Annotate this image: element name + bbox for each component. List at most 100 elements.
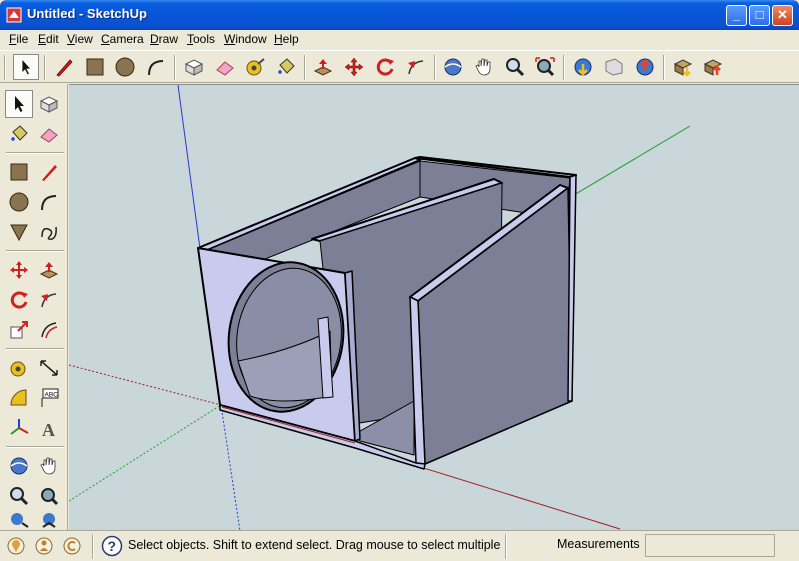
- tape-measure-button-left[interactable]: [5, 354, 33, 382]
- tape-measure-button[interactable]: [242, 54, 268, 80]
- polygon-icon: [10, 224, 28, 242]
- measurements-input[interactable]: [645, 534, 775, 557]
- rectangle-tool-button-left[interactable]: [5, 158, 33, 186]
- offset-tool-button[interactable]: [35, 316, 63, 344]
- maximize-icon: □: [755, 7, 764, 22]
- menu-window[interactable]: Window: [224, 32, 267, 46]
- line-icon: [56, 59, 73, 77]
- title-bar[interactable]: Untitled - SketchUp _ □ ✕: [0, 0, 799, 30]
- line-tool-button[interactable]: [51, 54, 77, 80]
- pan-tool-button[interactable]: [471, 54, 497, 80]
- drawing-viewport[interactable]: [69, 84, 799, 530]
- get-models-button[interactable]: [570, 54, 596, 80]
- make-component-button[interactable]: [181, 54, 207, 80]
- zoom-extents-button[interactable]: [532, 54, 558, 80]
- protractor-tool-button[interactable]: [5, 384, 33, 412]
- status-separator: [505, 534, 507, 559]
- toolbar-separator: [6, 446, 64, 448]
- circle-tool-button[interactable]: [112, 54, 138, 80]
- zoom-window-icon: [41, 488, 59, 506]
- line-icon: [42, 165, 57, 181]
- arc-icon: [41, 195, 57, 211]
- menu-camera[interactable]: Camera: [101, 32, 144, 46]
- rotate-tool-button-left[interactable]: [5, 286, 33, 314]
- move-tool-button-left[interactable]: [5, 256, 33, 284]
- move-tool-button[interactable]: [341, 54, 367, 80]
- menu-view[interactable]: View: [67, 32, 93, 46]
- window-title: Untitled - SketchUp: [27, 6, 147, 21]
- toolbar-separator: [434, 55, 436, 80]
- push-pull-icon: [313, 59, 333, 76]
- sketchup-app-icon: [6, 7, 22, 23]
- rotate-tool-button[interactable]: [372, 54, 398, 80]
- menu-edit[interactable]: Edit: [38, 32, 59, 46]
- menu-tools[interactable]: Tools: [187, 32, 215, 46]
- dimension-icon: [40, 360, 58, 376]
- make-component-button-left[interactable]: [35, 90, 63, 118]
- maximize-button[interactable]: □: [749, 5, 770, 26]
- polygon-tool-button[interactable]: [5, 218, 33, 246]
- arc-tool-button[interactable]: [143, 54, 169, 80]
- measurements-label: Measurements: [557, 537, 640, 551]
- rectangle-tool-button[interactable]: [82, 54, 108, 80]
- get-component-button[interactable]: [670, 54, 696, 80]
- text-tool-button[interactable]: ABC: [35, 384, 63, 412]
- rectangle-icon: [86, 58, 104, 76]
- push-pull-icon: [39, 262, 59, 279]
- arc-tool-button-left[interactable]: [35, 188, 63, 216]
- share-model-button[interactable]: [601, 54, 627, 80]
- orbit-tool-button[interactable]: [440, 54, 466, 80]
- toolbar-separator: [6, 348, 64, 350]
- menu-bar: File Edit View Camera Draw Tools Window …: [0, 30, 799, 49]
- dimension-tool-button[interactable]: [35, 354, 63, 382]
- pan-tool-button-left[interactable]: [35, 452, 63, 480]
- blue-axis-dashed: [220, 404, 241, 530]
- menu-help[interactable]: Help: [274, 32, 299, 46]
- select-tool-button-left[interactable]: [5, 90, 33, 118]
- position-camera-icon: [11, 513, 29, 528]
- status-separator: [92, 534, 94, 559]
- orbit-icon: [444, 58, 462, 76]
- follow-me-button[interactable]: [403, 54, 429, 80]
- paint-bucket-button-left[interactable]: [5, 120, 33, 148]
- credits-icon[interactable]: [34, 536, 54, 556]
- subwoofer-box-model: [197, 156, 577, 470]
- eraser-tool-button-left[interactable]: [35, 120, 63, 148]
- line-tool-button-left[interactable]: [35, 158, 63, 186]
- toolbar-separator: [174, 55, 176, 80]
- large-tool-set: ABC A: [0, 84, 68, 530]
- scale-tool-button[interactable]: [5, 316, 33, 344]
- push-pull-button-left[interactable]: [35, 256, 63, 284]
- freehand-tool-button[interactable]: [35, 218, 63, 246]
- axes-tool-button[interactable]: [5, 414, 33, 442]
- paint-bucket-button[interactable]: [273, 54, 299, 80]
- close-button[interactable]: ✕: [772, 5, 793, 26]
- toolbar-separator: [44, 55, 46, 80]
- orbit-tool-button-left[interactable]: [5, 452, 33, 480]
- zoom-tool-button[interactable]: [502, 54, 528, 80]
- menu-file[interactable]: File: [9, 32, 28, 46]
- help-icon[interactable]: ?: [101, 535, 123, 557]
- status-bar: ? Select objects. Shift to extend select…: [0, 530, 799, 561]
- sketchup-window: Untitled - SketchUp _ □ ✕ File Edit View…: [0, 0, 799, 561]
- select-tool-button[interactable]: [13, 54, 39, 80]
- circle-tool-button-left[interactable]: [5, 188, 33, 216]
- red-axis-dashed: [69, 364, 222, 406]
- 3d-text-tool-button[interactable]: A: [35, 414, 63, 442]
- share-component-button[interactable]: [700, 54, 726, 80]
- toolbar-separator: [304, 55, 306, 80]
- menu-draw[interactable]: Draw: [150, 32, 178, 46]
- follow-me-button-left[interactable]: [35, 286, 63, 314]
- arc-icon: [148, 60, 164, 76]
- copyright-icon[interactable]: [62, 536, 82, 556]
- place-model-button[interactable]: [632, 54, 658, 80]
- push-pull-button[interactable]: [310, 54, 336, 80]
- eraser-tool-button[interactable]: [212, 54, 238, 80]
- geo-location-icon[interactable]: [6, 536, 26, 556]
- minimize-button[interactable]: _: [726, 5, 747, 26]
- walk-icon: [42, 513, 56, 528]
- svg-text:ABC: ABC: [45, 392, 59, 399]
- rotate-icon: [376, 58, 394, 76]
- svg-text:A: A: [42, 420, 55, 439]
- share-component-icon: [703, 59, 723, 76]
